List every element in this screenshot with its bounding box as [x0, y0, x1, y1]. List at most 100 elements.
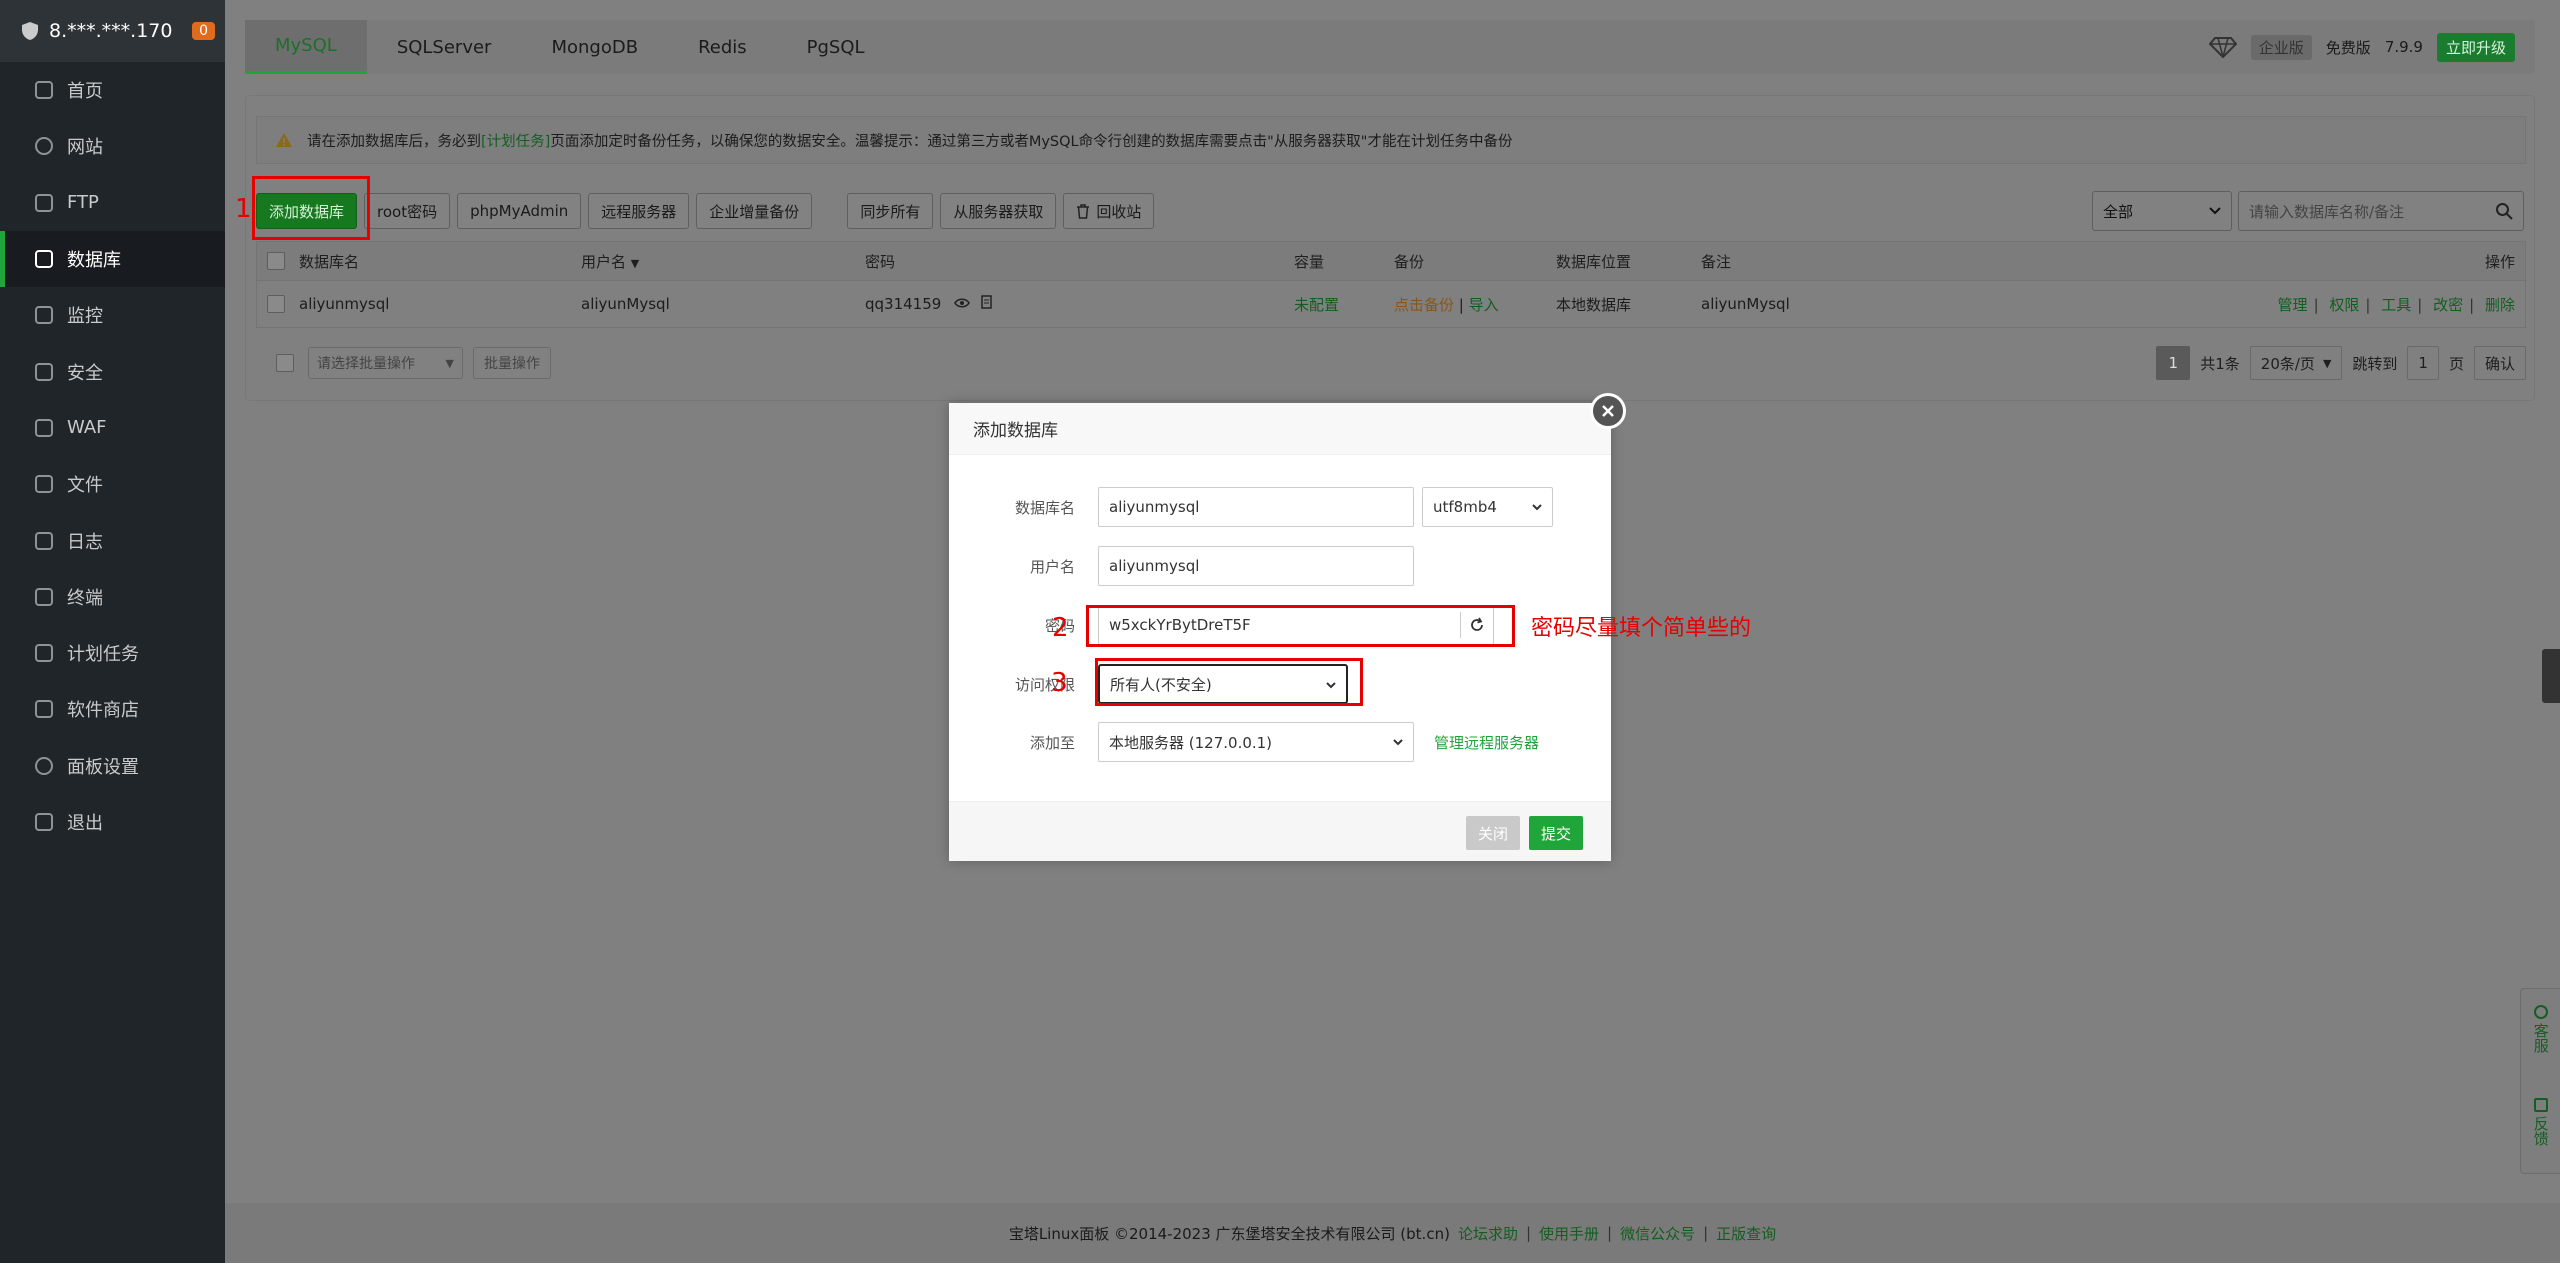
phpmyadmin-button[interactable]: phpMyAdmin — [457, 193, 582, 229]
batch-operation-button[interactable]: 批量操作 — [473, 347, 551, 379]
tab-mysql[interactable]: MySQL — [245, 20, 367, 74]
sidebar-item-10[interactable]: 计划任务 — [0, 625, 225, 681]
folder-icon — [35, 475, 53, 494]
wechat-link[interactable]: 微信公众号 — [1620, 1223, 1695, 1244]
sidebar-item-5[interactable]: 安全 — [0, 343, 225, 399]
filter-select[interactable]: 全部 — [2092, 191, 2232, 231]
root-password-button[interactable]: root密码 — [364, 193, 451, 229]
tab-mongodb[interactable]: MongoDB — [521, 20, 668, 74]
annotation-box-2 — [1086, 605, 1515, 647]
sidebar-item-9[interactable]: 终端 — [0, 569, 225, 625]
dialog-submit-button[interactable]: 提交 — [1529, 816, 1584, 850]
dialog-close-button[interactable] — [1590, 393, 1626, 429]
charset-select[interactable]: utf8mb4 — [1422, 487, 1553, 527]
sidebar-item-6[interactable]: WAF — [0, 400, 225, 456]
gear-icon — [35, 756, 53, 775]
sidebar-item-1[interactable]: 网站 — [0, 118, 225, 174]
upgrade-button[interactable]: 立即升级 — [2436, 32, 2515, 62]
enterprise-backup-button[interactable]: 企业增量备份 — [696, 193, 813, 229]
col-db-name: 数据库名 — [299, 252, 360, 271]
feedback-label: 反馈 — [2531, 1116, 2550, 1146]
license-check-link[interactable]: 正版查询 — [1716, 1223, 1776, 1244]
remote-server-button[interactable]: 远程服务器 — [588, 193, 690, 229]
sidebar-item-13[interactable]: 退出 — [0, 794, 225, 850]
cron-task-link[interactable]: [计划任务] — [481, 130, 550, 151]
sync-all-button[interactable]: 同步所有 — [847, 193, 934, 229]
password-cell: qq314159 — [855, 295, 1284, 313]
col-username-label: 用户名 — [581, 252, 627, 271]
recycle-bin-button[interactable]: 回收站 — [1063, 193, 1155, 229]
version-label[interactable]: 7.9.9 — [2385, 38, 2423, 56]
calendar-icon — [35, 644, 53, 663]
tab-pgsql[interactable]: PgSQL — [777, 20, 895, 74]
change-password-link[interactable]: 改密 — [2433, 296, 2463, 314]
notification-badge[interactable]: 0 — [192, 22, 215, 40]
shield-icon — [22, 22, 38, 40]
sidebar-item-0[interactable]: 首页 — [0, 62, 225, 118]
copy-icon[interactable] — [981, 295, 993, 309]
page-number-input[interactable]: 1 — [2407, 346, 2439, 380]
select-all-checkbox[interactable] — [267, 252, 285, 270]
backup-separator: | — [1458, 295, 1469, 314]
enterprise-label[interactable]: 企业版 — [2250, 34, 2312, 60]
tab-sqlserver[interactable]: SQLServer — [367, 20, 522, 74]
jump-confirm-button[interactable]: 确认 — [2473, 346, 2526, 380]
db-name-input[interactable]: aliyunmysql — [1098, 487, 1414, 527]
manual-link[interactable]: 使用手册 — [1539, 1223, 1599, 1244]
total-count: 共1条 — [2200, 354, 2240, 373]
tab-redis[interactable]: Redis — [668, 20, 777, 74]
sidebar-item-11[interactable]: 软件商店 — [0, 681, 225, 737]
dialog-cancel-button[interactable]: 关闭 — [1466, 816, 1521, 850]
permission-link[interactable]: 权限 — [2329, 296, 2359, 314]
forum-link[interactable]: 论坛求助 — [1458, 1223, 1518, 1244]
chevron-down-icon — [1532, 504, 1542, 511]
capacity-cell[interactable]: 未配置 — [1284, 294, 1384, 315]
sort-caret-icon: ▼ — [630, 256, 640, 270]
sidebar-item-label: 首页 — [67, 81, 103, 103]
server-select[interactable]: 本地服务器 (127.0.0.1) — [1098, 722, 1414, 762]
tools-link[interactable]: 工具 — [2381, 296, 2411, 314]
server-ip: 8.***.***.170 — [49, 20, 173, 42]
sidebar-item-3[interactable]: 数据库 — [0, 230, 225, 288]
fetch-from-server-button[interactable]: 从服务器获取 — [940, 193, 1057, 229]
username-input[interactable]: aliyunmysql — [1098, 546, 1414, 586]
jump-label: 跳转到 — [2352, 354, 2398, 373]
note-cell[interactable]: aliyunMysql — [1691, 295, 1991, 313]
side-drawer-handle[interactable] — [2542, 649, 2560, 703]
sidebar-item-4[interactable]: 监控 — [0, 287, 225, 343]
sidebar-item-7[interactable]: 文件 — [0, 456, 225, 512]
sidebar-item-8[interactable]: 日志 — [0, 512, 225, 568]
col-username[interactable]: 用户名 ▼ — [571, 251, 855, 272]
dialog-title: 添加数据库 — [949, 403, 1611, 455]
annotation-hint: 密码尽量填个简单些的 — [1531, 616, 1752, 641]
current-page[interactable]: 1 — [2156, 346, 2191, 380]
row-checkbox[interactable] — [267, 295, 285, 313]
db-toolbar: 添加数据库 root密码 phpMyAdmin 远程服务器 企业增量备份 同步所… — [256, 191, 1155, 231]
feedback-button[interactable]: 反馈 — [2521, 1082, 2560, 1175]
manage-link[interactable]: 管理 — [2278, 296, 2308, 314]
import-link[interactable]: 导入 — [1469, 296, 1499, 314]
batch-operation-select[interactable]: 请选择批量操作 ▼ — [308, 347, 463, 379]
sidebar-item-label: 文件 — [67, 475, 103, 497]
customer-service-button[interactable]: 客服 — [2521, 989, 2560, 1082]
add-to-row: 添加至 本地服务器 (127.0.0.1) 管理远程服务器 — [949, 722, 1611, 762]
backup-link[interactable]: 点击备份 — [1394, 296, 1454, 314]
filter-bar: 全部 请输入数据库名称/备注 — [2092, 191, 2524, 231]
sidebar-item-2[interactable]: FTP — [0, 175, 225, 231]
pagination: 1 共1条 20条/页 ▼ 跳转到 1 页 确认 — [2156, 346, 2526, 380]
delete-link[interactable]: 删除 — [2485, 296, 2515, 314]
search-icon[interactable] — [2495, 202, 2513, 220]
notice-text-before: 请在添加数据库后，务必到 — [307, 133, 481, 150]
username-cell: aliyunMysql — [581, 295, 670, 313]
search-input[interactable]: 请输入数据库名称/备注 — [2238, 191, 2524, 231]
server-info[interactable]: 8.***.***.170 0 — [0, 0, 225, 62]
row-actions: 管理 | 权限 | 工具 | 改密 | 删除 — [1991, 294, 2525, 315]
bottom-select-checkbox[interactable] — [276, 354, 294, 372]
backup-cell: 点击备份 | 导入 — [1384, 294, 1546, 315]
backup-notice: 请在添加数据库后，务必到 [计划任务] 页面添加定时备份任务，以确保您的数据安全… — [256, 116, 2526, 164]
op-separator: | — [2313, 295, 2319, 314]
per-page-select[interactable]: 20条/页 ▼ — [2249, 346, 2343, 380]
sidebar-item-12[interactable]: 面板设置 — [0, 738, 225, 794]
manage-remote-server-link[interactable]: 管理远程服务器 — [1434, 732, 1539, 753]
eye-icon[interactable] — [954, 297, 970, 309]
